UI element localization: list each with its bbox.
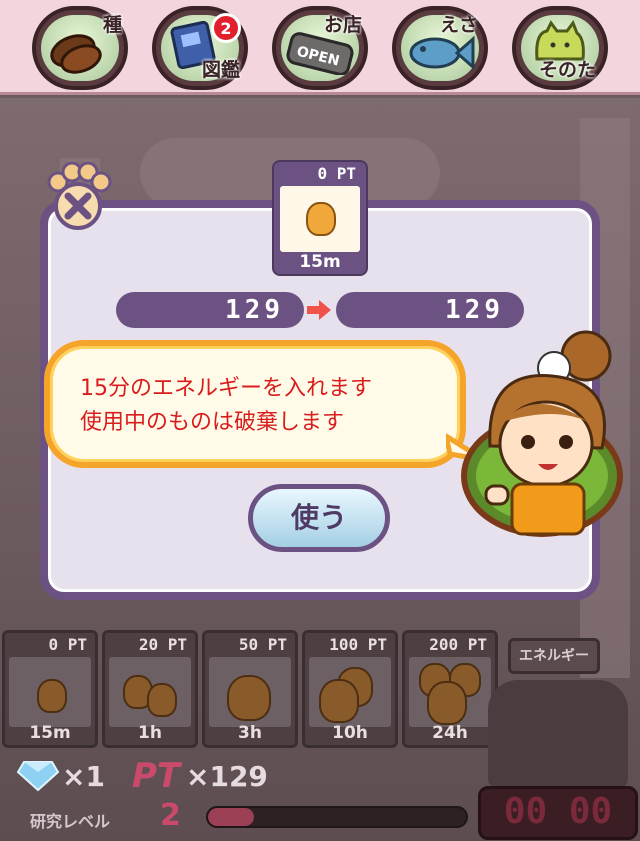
tray-item-pt: 20 PT (138, 635, 187, 654)
tray-item-window (9, 657, 91, 727)
energy-jar (488, 680, 628, 790)
diamond-icon (16, 761, 60, 792)
hamster-icon (306, 202, 336, 236)
use-button[interactable]: 使う (248, 484, 390, 552)
nav-food-label: えさ (439, 14, 478, 36)
energy-item-tray: 0 PT 15m 20 PT 1h 50 PT 3h 100 PT 10h 20… (2, 630, 502, 750)
tray-item-window (409, 657, 491, 727)
research-level-value: 2 (160, 798, 181, 833)
hamster-icon (227, 675, 271, 721)
selected-item-pt: 0 PT (317, 164, 356, 183)
tray-item-pt: 50 PT (238, 635, 287, 654)
tray-item[interactable]: 0 PT 15m (2, 630, 98, 748)
notification-badge: 2 (211, 13, 241, 43)
hamster-icon (319, 679, 359, 723)
selected-item-window (280, 186, 360, 252)
nav-shop-button[interactable]: OPEN お店 (272, 6, 368, 90)
pt-count: ×129 (186, 760, 268, 793)
nav-other-label: そのた (538, 59, 596, 81)
tray-item-time: 10h (332, 723, 368, 743)
research-level-label: 研究レベル (30, 812, 111, 831)
tray-item-window (109, 657, 191, 727)
nav-food-button[interactable]: えさ (392, 6, 488, 90)
seed-icon (50, 34, 102, 74)
hamster-icon (427, 681, 467, 725)
message-bubble: 15分のエネルギーを入れます 使用中のものは破棄します (44, 340, 466, 468)
gem-count: ×1 (62, 760, 105, 793)
selected-item-time: 15m (299, 252, 341, 272)
tray-item-pt: 200 PT (429, 635, 487, 654)
energy-label: エネルギー (508, 638, 600, 674)
nav-other-button[interactable]: そのた (512, 6, 608, 90)
shopkeeper-character (461, 330, 623, 537)
nav-seed-label: 種 (102, 14, 122, 36)
tray-item-time: 15m (29, 723, 71, 743)
tray-item-window (309, 657, 391, 727)
message-line: 15分のエネルギーを入れます (80, 376, 372, 401)
nav-encyclopedia-label: 図鑑 (201, 59, 240, 81)
hamster-icon (147, 683, 177, 717)
paw-close-icon (47, 162, 112, 230)
tray-item-time: 1h (138, 723, 162, 743)
tray-item[interactable]: 200 PT 24h (402, 630, 498, 748)
arrow-right-icon (307, 300, 331, 320)
tray-item[interactable]: 20 PT 1h (102, 630, 198, 748)
pt-label: PT (132, 756, 181, 796)
hamster-icon (37, 679, 67, 713)
close-button[interactable] (44, 162, 112, 232)
tray-item-time: 3h (238, 723, 262, 743)
energy-timer: 00 00 (478, 786, 638, 840)
current-value: 129 (116, 292, 304, 328)
tray-item[interactable]: 100 PT 10h (302, 630, 398, 748)
nav-shop-label: お店 (323, 14, 362, 36)
message-line: 使用中のものは破棄します (80, 410, 345, 435)
tray-item-time: 24h (432, 723, 468, 743)
tray-item-pt: 0 PT (48, 635, 87, 654)
tray-item-pt: 100 PT (329, 635, 387, 654)
research-level-progress (206, 806, 468, 828)
tray-item-window (209, 657, 291, 727)
research-level-progress-fill (208, 808, 255, 826)
tray-item[interactable]: 50 PT 3h (202, 630, 298, 748)
nav-seed-button[interactable]: 種 (32, 6, 128, 90)
new-value: 129 (336, 292, 524, 328)
selected-item-card: 0 PT 15m (272, 160, 368, 276)
